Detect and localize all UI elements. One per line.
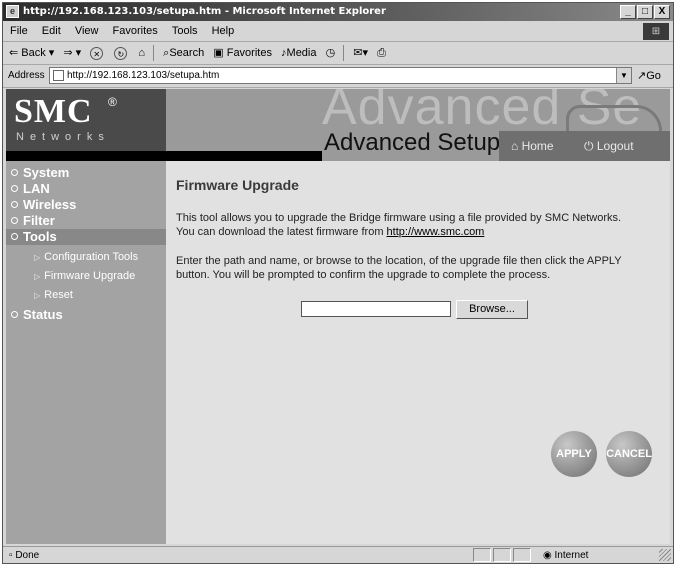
triangle-icon: ▷ bbox=[34, 272, 41, 281]
history-icon[interactable]: ◷ bbox=[326, 42, 336, 64]
menu-file[interactable]: File bbox=[10, 25, 28, 37]
mail-icon[interactable]: ✉▾ bbox=[353, 42, 368, 64]
sidebar-subitem-reset[interactable]: ▷ Reset bbox=[34, 288, 73, 303]
menu-bar: File Edit View Favorites Tools Help ⊞ bbox=[3, 22, 673, 42]
intro-paragraph: This tool allows you to upgrade the Brid… bbox=[176, 212, 622, 238]
sidebar-item-filter[interactable]: Filter bbox=[6, 213, 166, 229]
sidebar-item-wireless[interactable]: Wireless bbox=[6, 197, 166, 213]
favorites-button[interactable]: ▣ Favorites bbox=[213, 42, 272, 64]
window-title: http://192.168.123.103/setupa.htm - Micr… bbox=[23, 6, 386, 17]
toolbar: ⇐ Back ▾ ⇒ ▾ ✕ ↻ ⌂ ⌕Search ▣ Favorites ♪… bbox=[3, 42, 673, 65]
sidebar-item-lan[interactable]: LAN bbox=[6, 181, 166, 197]
status-bar: ▫ Done ◉ Internet bbox=[3, 546, 673, 563]
windows-logo-icon: ⊞ bbox=[643, 23, 669, 40]
header-nav: ⌂ Home ⏻ Logout bbox=[499, 131, 670, 161]
page-icon bbox=[53, 70, 64, 81]
refresh-icon[interactable]: ↻ bbox=[114, 46, 128, 60]
sidebar-subitem-configuration-tools[interactable]: ▷ Configuration Tools bbox=[34, 250, 138, 265]
bullet-icon bbox=[11, 233, 18, 240]
smc-website-link[interactable]: http://www.smc.com bbox=[387, 226, 485, 238]
sidebar: System LAN Wireless Filter Tools ▷ Config… bbox=[6, 161, 166, 544]
main-content: Firmware Upgrade This tool allows you to… bbox=[176, 161, 666, 544]
bullet-icon bbox=[11, 311, 18, 318]
media-button[interactable]: ♪Media bbox=[281, 42, 316, 64]
header-banner: SMC ® Networks Advanced Se Advanced Setu… bbox=[6, 89, 670, 161]
status-text: ▫ Done bbox=[9, 550, 40, 561]
smc-logo: SMC ® Networks bbox=[6, 89, 166, 151]
menu-view[interactable]: View bbox=[75, 25, 99, 37]
forward-arrow-icon: ⇒ bbox=[63, 47, 73, 59]
favorites-icon: ▣ bbox=[213, 47, 224, 59]
toolbar-separator bbox=[153, 45, 155, 62]
close-button[interactable]: X bbox=[654, 5, 670, 19]
bullet-icon bbox=[11, 201, 18, 208]
maximize-button[interactable]: □ bbox=[637, 5, 653, 19]
menu-help[interactable]: Help bbox=[212, 25, 235, 37]
menu-edit[interactable]: Edit bbox=[42, 25, 61, 37]
browse-button[interactable]: Browse... bbox=[456, 300, 528, 319]
sidebar-item-system[interactable]: System bbox=[6, 165, 166, 181]
status-panel bbox=[493, 548, 511, 562]
toolbar-separator bbox=[343, 45, 345, 62]
search-button[interactable]: ⌕Search bbox=[163, 42, 204, 64]
house-icon: ⌂ bbox=[511, 139, 519, 153]
address-url: http://192.168.123.103/setupa.htm bbox=[67, 70, 220, 81]
go-button[interactable]: ↗Go bbox=[637, 65, 661, 87]
apply-button[interactable]: APPLY bbox=[551, 431, 597, 477]
back-button[interactable]: ⇐ Back ▾ bbox=[9, 42, 54, 64]
menu-tools[interactable]: Tools bbox=[172, 25, 198, 37]
logout-link[interactable]: ⏻ Logout bbox=[584, 131, 634, 161]
home-link[interactable]: ⌂ Home bbox=[511, 131, 554, 161]
address-dropdown[interactable]: ▼ bbox=[616, 68, 631, 83]
bullet-icon bbox=[11, 217, 18, 224]
instructions-paragraph: Enter the path and name, or browse to th… bbox=[176, 255, 622, 281]
security-zone: ◉ Internet bbox=[543, 550, 589, 561]
forward-button[interactable]: ⇒ ▾ bbox=[63, 42, 81, 64]
minimize-button[interactable]: _ bbox=[620, 5, 636, 19]
address-label: Address bbox=[8, 70, 45, 81]
banner-divider bbox=[6, 151, 322, 161]
globe-icon: ◉ bbox=[543, 550, 552, 561]
go-arrow-icon: ↗ bbox=[637, 70, 647, 82]
sidebar-item-tools[interactable]: Tools bbox=[6, 229, 166, 245]
resize-grip[interactable] bbox=[659, 549, 671, 561]
home-icon[interactable]: ⌂ bbox=[138, 42, 145, 64]
stop-icon[interactable]: ✕ bbox=[90, 46, 104, 60]
title-bar: e http://192.168.123.103/setupa.htm - Mi… bbox=[3, 3, 673, 21]
sidebar-item-status[interactable]: Status bbox=[6, 307, 166, 323]
status-panel bbox=[513, 548, 531, 562]
print-icon[interactable]: ⎙ bbox=[377, 42, 386, 64]
back-arrow-icon: ⇐ bbox=[9, 47, 19, 59]
firmware-file-input[interactable] bbox=[301, 301, 451, 317]
page-content: SMC ® Networks Advanced Se Advanced Setu… bbox=[6, 89, 670, 544]
status-panel bbox=[473, 548, 491, 562]
bullet-icon bbox=[11, 185, 18, 192]
menu-favorites[interactable]: Favorites bbox=[113, 25, 158, 37]
triangle-icon: ▷ bbox=[34, 253, 41, 262]
page-title: Advanced Setup bbox=[324, 129, 501, 156]
power-icon: ⏻ bbox=[584, 139, 594, 153]
page-done-icon: ▫ bbox=[9, 550, 13, 561]
bullet-icon bbox=[11, 169, 18, 176]
section-heading: Firmware Upgrade bbox=[176, 177, 299, 193]
cancel-button[interactable]: CANCEL bbox=[606, 431, 652, 477]
address-bar: Address http://192.168.123.103/setupa.ht… bbox=[3, 65, 673, 88]
ie-icon: e bbox=[6, 5, 19, 18]
triangle-icon: ▷ bbox=[34, 291, 41, 300]
sidebar-subitem-firmware-upgrade[interactable]: ▷ Firmware Upgrade bbox=[34, 269, 135, 284]
browser-window: e http://192.168.123.103/setupa.htm - Mi… bbox=[2, 2, 674, 564]
address-input[interactable]: http://192.168.123.103/setupa.htm ▼ bbox=[49, 67, 632, 84]
